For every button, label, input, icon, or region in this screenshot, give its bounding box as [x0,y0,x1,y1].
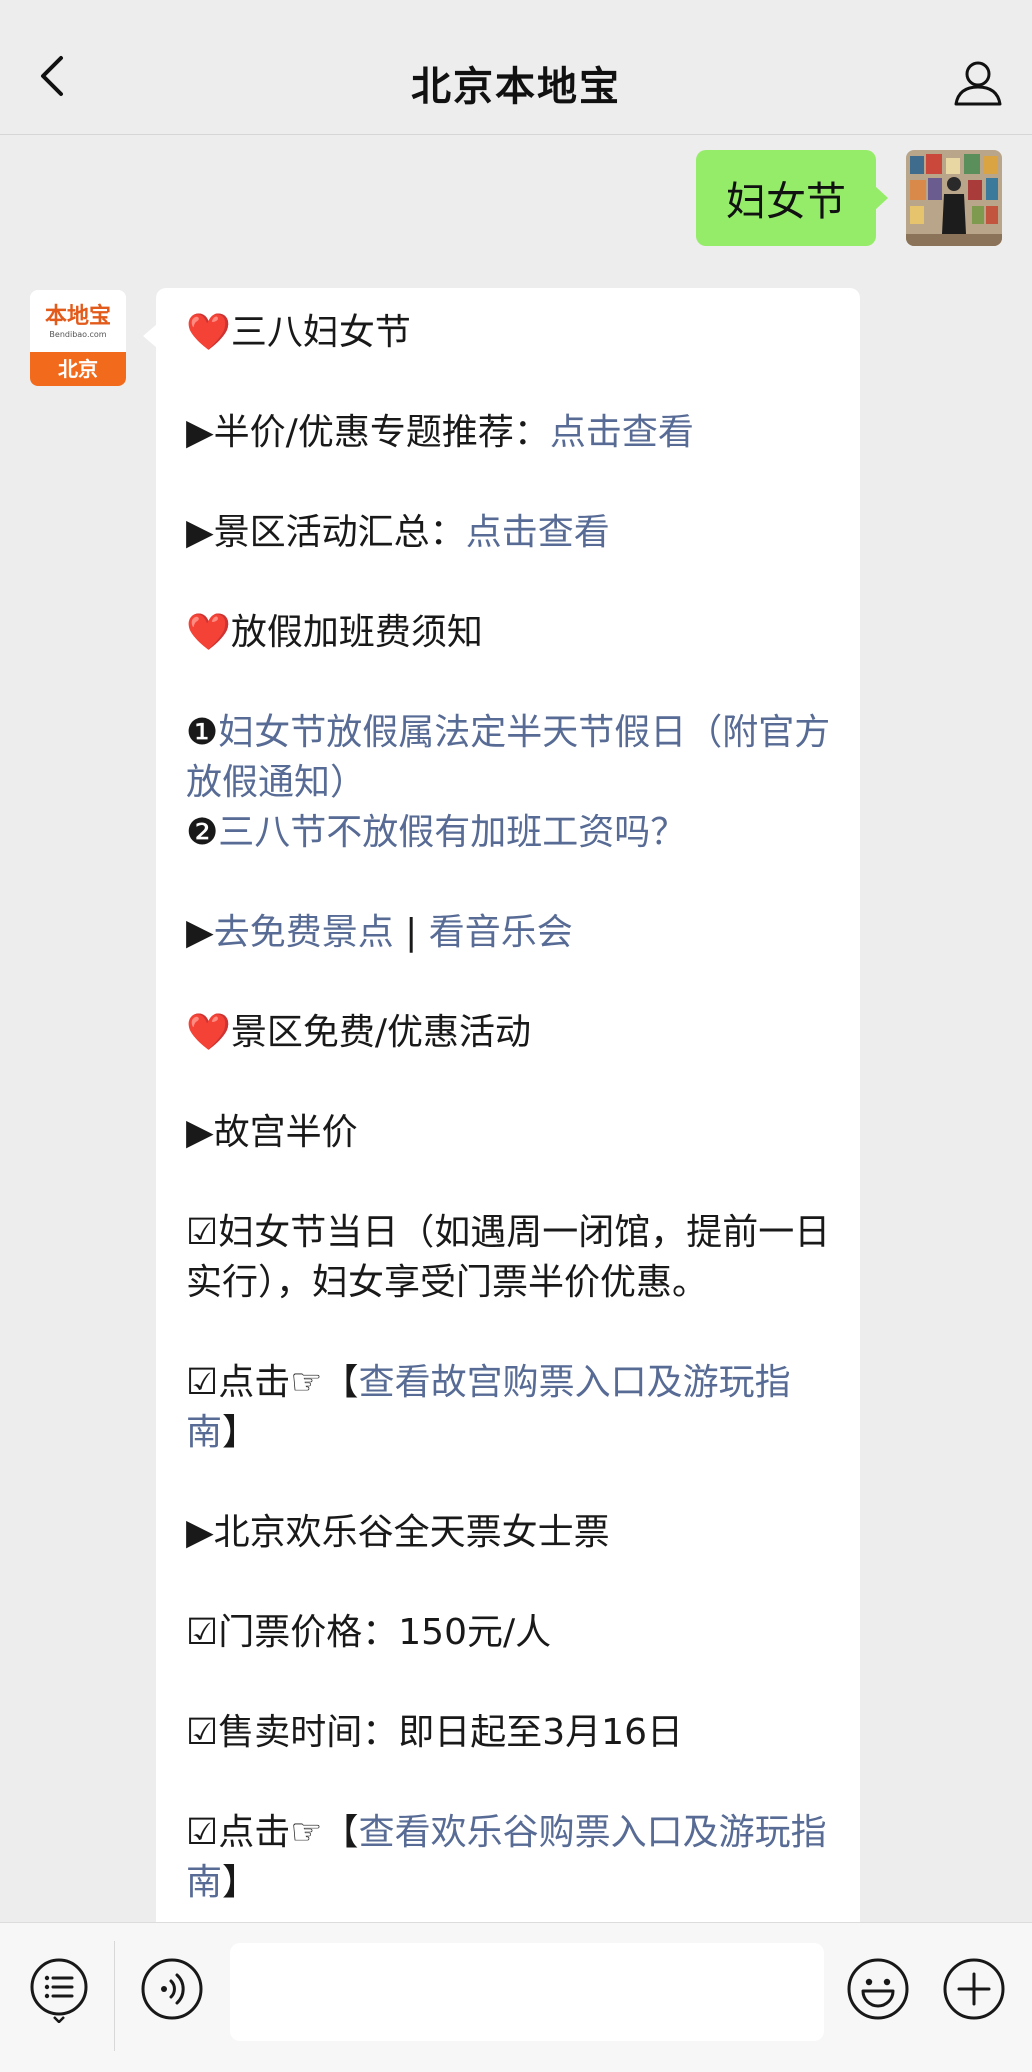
concert-link[interactable]: 看音乐会 [429,912,573,953]
discount-topic-line: ▶半价/优惠专题推荐：点击查看 [186,412,694,453]
plus-icon [943,1958,1005,2020]
user-icon [954,61,1002,106]
number-two-bullet: ❷ [186,812,219,853]
message-input[interactable] [230,1943,824,2041]
happy-valley-ticket-line: ☑点击☞【查看欢乐谷购票入口及游玩指南】 [186,1812,827,1903]
chat-input-bar [0,1922,1032,2072]
sent-message-text: 妇女节 [726,179,846,225]
scenic-activity-link[interactable]: 点击查看 [466,512,610,553]
emoji-icon [847,1958,909,2020]
number-one-bullet: ❶ [186,712,219,753]
section-title-overtime: ❤️放假加班费须知 [186,612,483,653]
palace-museum-detail: ☑妇女节当日（如遇周一闭馆，提前一日实行），妇女享受门票半价优惠。 [186,1212,831,1303]
profile-button[interactable] [950,54,1006,110]
heart-icon: ❤️ [186,612,231,653]
heart-icon: ❤️ [186,312,231,353]
more-button[interactable] [942,1957,1006,2021]
holiday-notice-link[interactable]: 妇女节放假属法定半天节假日（附官方放假通知） [186,712,830,803]
happy-valley-heading: ▶北京欢乐谷全天票女士票 [186,1512,610,1553]
heart-icon: ❤️ [186,1012,231,1053]
chat-page: 北京本地宝 妇女节 本地宝 Bendibao.com 北京 ❤️三八妇女节 ▶半… [0,0,1032,2072]
ticket-price-line: ☑门票价格：150元/人 [186,1612,552,1653]
menu-list-icon [30,1958,88,2024]
avatar-city-text: 北京 [30,352,126,386]
voice-icon [141,1958,203,2020]
holiday-notice-line: ❶妇女节放假属法定半天节假日（附官方放假通知） [186,708,836,808]
avatar-photo [906,150,1002,246]
top-nav-bar: 北京本地宝 [0,0,1032,135]
received-message-bubble: ❤️三八妇女节 ▶半价/优惠专题推荐：点击查看 ▶景区活动汇总：点击查看 ❤️放… [156,288,860,1928]
palace-ticket-line: ☑点击☞【查看故宫购票入口及游玩指南】 [186,1362,791,1453]
voice-button[interactable] [140,1957,204,2021]
divider [114,1941,115,2051]
discount-topic-link[interactable]: 点击查看 [550,412,694,453]
scenic-activity-line: ▶景区活动汇总：点击查看 [186,512,610,553]
avatar-site-text: Bendibao.com [49,330,107,339]
emoji-button[interactable] [846,1957,910,2021]
overtime-pay-line: ❷三八节不放假有加班工资吗？ [186,808,686,858]
palace-museum-heading: ▶故宫半价 [186,1112,358,1153]
official-account-avatar[interactable]: 本地宝 Bendibao.com 北京 [30,290,126,386]
bubble-arrow [143,324,157,348]
sale-time-line: ☑售卖时间：即日起至3月16日 [186,1712,683,1753]
my-avatar[interactable] [906,150,1002,246]
sent-message-bubble[interactable]: 妇女节 [696,150,888,246]
free-attractions-link[interactable]: 去免费景点 [214,912,394,953]
overtime-pay-link[interactable]: 三八节不放假有加班工资吗？ [218,812,686,853]
section-title-womens-day: ❤️三八妇女节 [186,312,411,353]
menu-button[interactable] [28,1957,90,2024]
avatar-logo-text: 本地宝 [44,303,111,329]
section-title-scenic-free: ❤️景区免费/优惠活动 [186,1012,531,1053]
free-attractions-line: ▶去免费景点 | 看音乐会 [186,912,573,953]
chat-title: 北京本地宝 [411,64,621,110]
